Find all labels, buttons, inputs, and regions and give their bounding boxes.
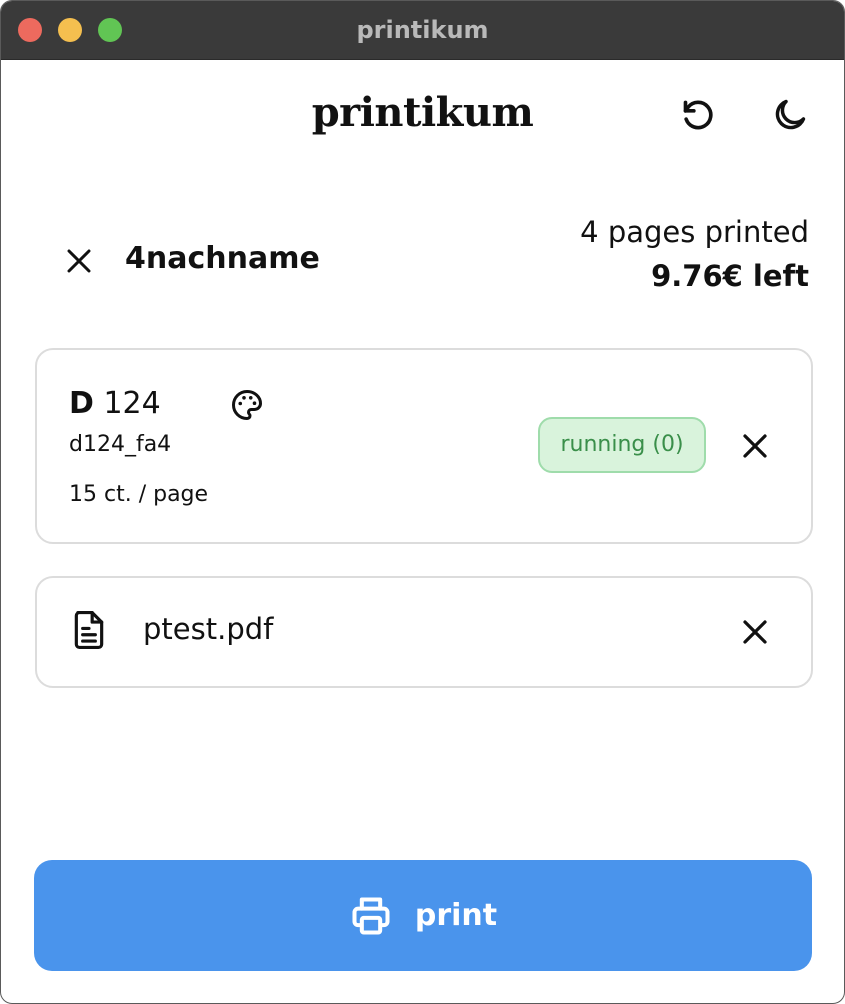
app-window: printikum printikum 4nachname 4 pages pr…: [0, 0, 845, 1004]
print-button[interactable]: print: [34, 860, 812, 971]
file-name: ptest.pdf: [143, 612, 274, 646]
moon-icon: [775, 99, 806, 130]
close-icon: [743, 434, 767, 458]
printer-name-building: D: [69, 386, 94, 421]
document-icon: [74, 610, 104, 649]
reload-button[interactable]: [674, 93, 722, 137]
title-bar[interactable]: printikum: [1, 1, 844, 60]
file-icon-wrap: [67, 608, 111, 652]
username: 4nachname: [125, 241, 320, 276]
printer-card[interactable]: D 124 d124_fa4 15 ct. / page running (0): [35, 348, 813, 544]
logout-button[interactable]: [57, 239, 101, 283]
pages-printed: 4 pages printed: [580, 215, 809, 249]
close-icon: [743, 620, 767, 644]
printer-status-badge: running (0): [538, 417, 706, 473]
printer-name-room: 124: [93, 386, 161, 421]
color-printer-indicator: [225, 386, 269, 424]
print-button-label: print: [414, 898, 498, 933]
remove-printer-button[interactable]: [733, 424, 777, 468]
printer-id: d124_fa4: [69, 432, 172, 457]
remove-file-button[interactable]: [733, 610, 777, 654]
balance: 9.76€ left: [651, 259, 809, 293]
file-card[interactable]: ptest.pdf: [35, 576, 813, 688]
printer-name: D 124: [69, 386, 161, 421]
window-title: printikum: [356, 16, 489, 44]
palette-icon: [232, 390, 262, 420]
printer-price: 15 ct. / page: [69, 482, 209, 507]
printer-icon: [349, 894, 393, 938]
close-icon: [67, 249, 91, 273]
reload-icon: [683, 100, 713, 130]
theme-toggle-button[interactable]: [766, 93, 814, 137]
